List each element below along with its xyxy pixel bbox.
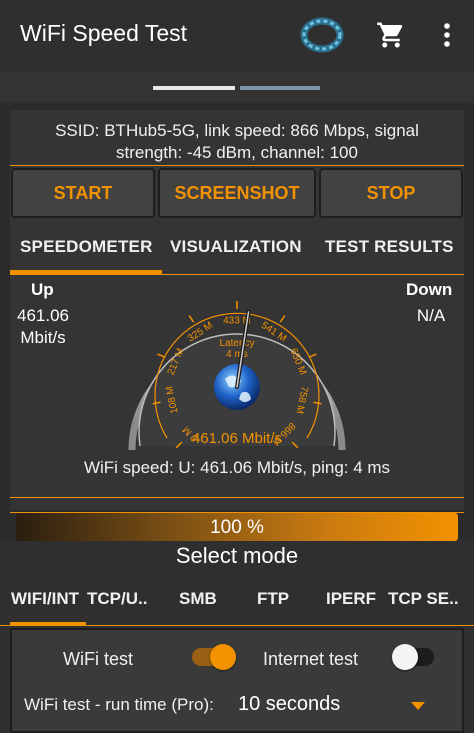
internet-test-toggle[interactable]	[392, 644, 434, 670]
run-time-label: WiFi test - run time (Pro):	[24, 695, 214, 714]
tab-visualization[interactable]: VISUALIZATION	[170, 237, 302, 261]
divider	[10, 165, 464, 166]
stop-button[interactable]: STOP	[319, 168, 463, 218]
gauge-tick	[188, 315, 195, 323]
gauge-tick	[308, 353, 317, 358]
progress-text: 100 %	[210, 517, 264, 538]
toggle-thumb	[210, 644, 236, 670]
cart-icon[interactable]	[376, 20, 406, 50]
down-value: N/A	[416, 306, 446, 325]
mode-tab-tcp-server[interactable]: TCP SE..	[388, 589, 474, 611]
internet-test-label: Internet test	[263, 649, 359, 669]
mode-tab-ftp[interactable]: FTP	[257, 589, 289, 611]
network-info: SSID: BTHub5-5G, link speed: 866 Mbps, s…	[10, 120, 464, 164]
page-indicator-active[interactable]	[153, 86, 235, 90]
tab-indicator	[10, 270, 162, 274]
tab-speedometer[interactable]: SPEEDOMETER	[20, 237, 153, 261]
up-label: Up	[31, 280, 54, 299]
down-label: Down	[406, 280, 453, 299]
up-speed: 461.06	[17, 306, 69, 325]
mode-tab-smb[interactable]: SMB	[179, 589, 217, 611]
network-info-line1: SSID: BTHub5-5G, link speed: 866 Mbps, s…	[55, 121, 419, 140]
gauge-readout: 461.06 Mbit/s	[192, 430, 282, 447]
toggle-thumb	[392, 644, 418, 670]
mode-tab-wifi-internet[interactable]: WIFI/INT	[11, 589, 85, 611]
wifi-speed-summary: WiFi speed: U: 461.06 Mbit/s, ping: 4 ms	[83, 458, 391, 477]
gauge-tick	[279, 315, 286, 323]
app-title: WiFi Speed Test	[20, 20, 188, 46]
dropdown-arrow-icon[interactable]	[411, 702, 425, 710]
gauge-tick	[157, 353, 166, 358]
ring-logo-icon[interactable]	[299, 14, 345, 56]
network-info-line2: strength: -45 dBm, channel: 100	[116, 143, 358, 162]
screenshot-button[interactable]: SCREENSHOT	[158, 168, 316, 218]
mode-tab-tcp-udp[interactable]: TCP/U..	[87, 589, 159, 611]
select-mode-title: Select mode	[175, 543, 299, 568]
tabs-divider	[10, 274, 464, 275]
run-time-select[interactable]: 10 seconds	[238, 693, 340, 716]
pager-strip	[0, 72, 474, 102]
latency-label: Latency	[219, 338, 254, 349]
up-unit: Mbit/s	[20, 328, 66, 347]
wifi-test-toggle[interactable]	[192, 644, 236, 670]
speedometer-gauge: 0 M108 M217 M325 M 433 M 541 M650 M758 M86…	[128, 301, 346, 451]
start-button[interactable]: START	[11, 168, 155, 218]
mode-tab-indicator	[10, 622, 86, 626]
page-indicator-inactive[interactable]	[240, 86, 320, 90]
wifi-test-label: WiFi test	[63, 649, 133, 669]
overflow-menu-icon[interactable]	[437, 22, 457, 48]
up-value: 461.06 Mbit/s	[10, 305, 76, 349]
tab-test-results[interactable]: TEST RESULTS	[325, 237, 454, 261]
divider	[10, 497, 464, 498]
progress-bar: 100 %	[16, 513, 458, 541]
mode-tab-iperf[interactable]: IPERF	[326, 589, 376, 611]
